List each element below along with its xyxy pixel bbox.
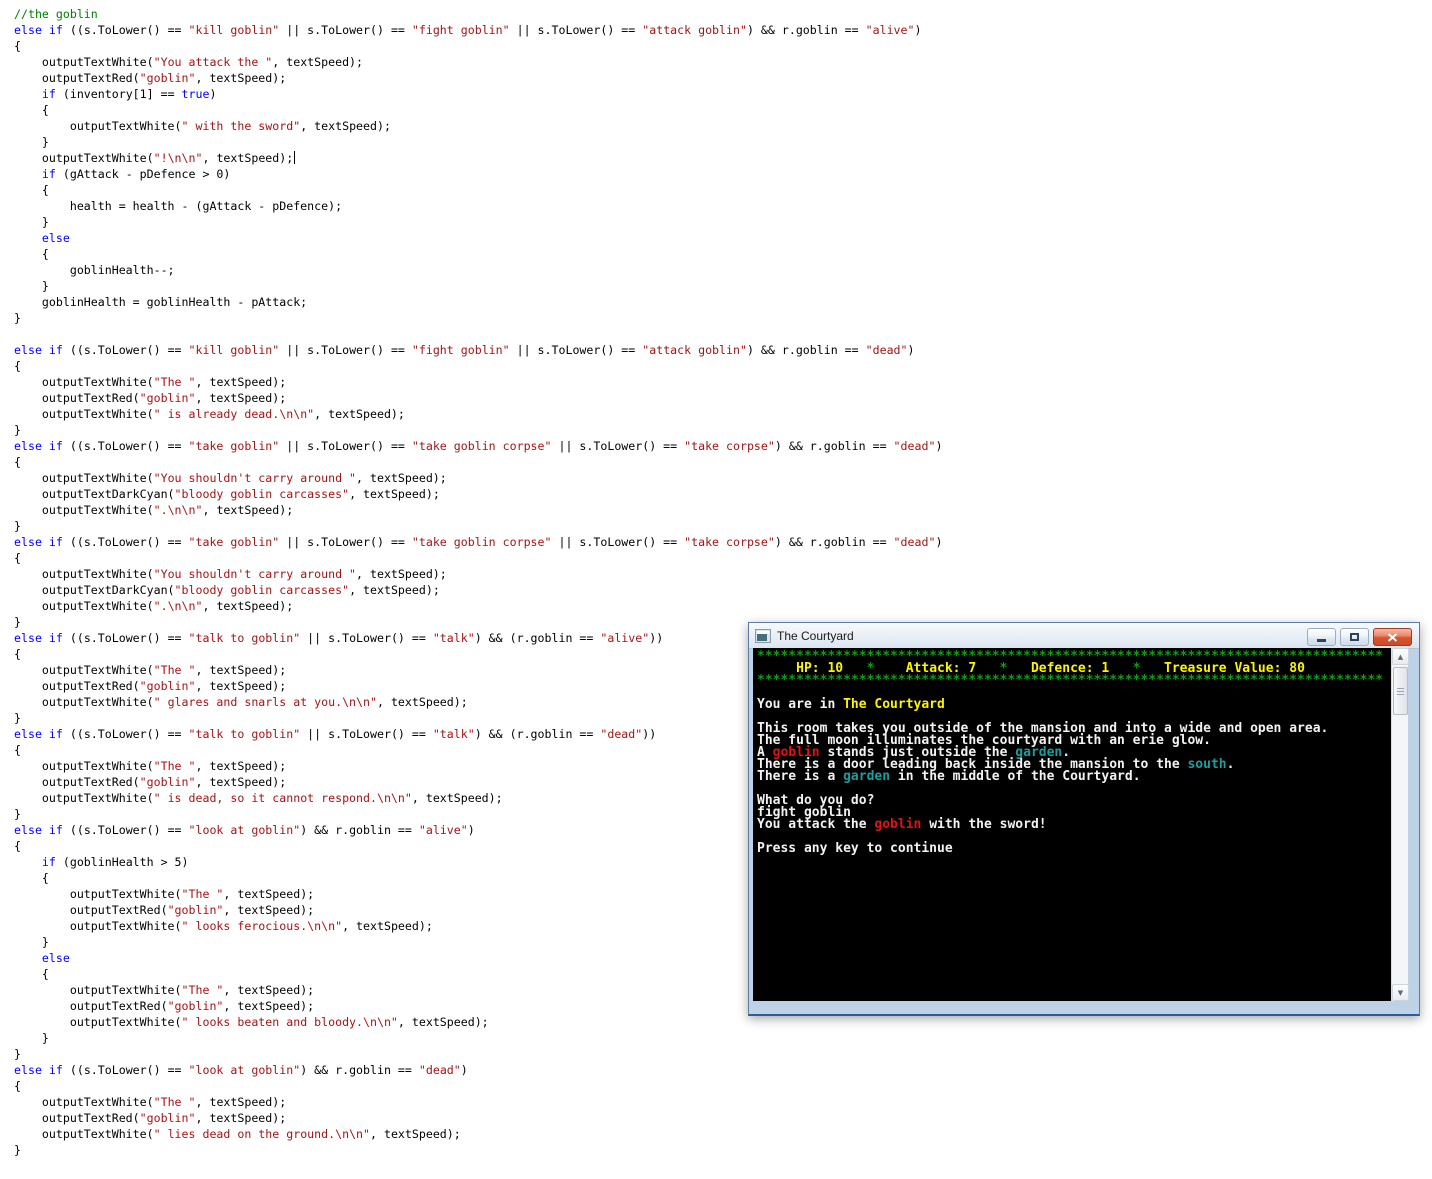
code-line: outputTextWhite("You shouldn't carry aro… bbox=[14, 470, 942, 486]
code-line: } bbox=[14, 134, 942, 150]
close-icon bbox=[1387, 633, 1398, 642]
console-output[interactable]: ****************************************… bbox=[753, 648, 1391, 1001]
code-line: { bbox=[14, 246, 942, 262]
code-line: outputTextDarkCyan("bloody goblin carcas… bbox=[14, 582, 942, 598]
code-line: //the goblin bbox=[14, 6, 942, 22]
console-line: You attack the goblin with the sword! bbox=[757, 819, 1391, 831]
code-line: outputTextWhite(" is already dead.\n\n",… bbox=[14, 406, 942, 422]
code-line: outputTextWhite("The ", textSpeed); bbox=[14, 374, 942, 390]
window-controls bbox=[1307, 628, 1412, 646]
code-line: outputTextWhite(" with the sword", textS… bbox=[14, 118, 942, 134]
code-line: health = health - (gAttack - pDefence); bbox=[14, 198, 942, 214]
code-line: { bbox=[14, 454, 942, 470]
code-line: if (gAttack - pDefence > 0) bbox=[14, 166, 942, 182]
code-line: } bbox=[14, 1046, 942, 1062]
code-line: outputTextWhite(" looks beaten and blood… bbox=[14, 1014, 942, 1030]
console-scrollbar[interactable]: ▲ ▼ bbox=[1391, 648, 1408, 1001]
code-line: else if ((s.ToLower() == "kill goblin" |… bbox=[14, 22, 942, 38]
code-line: { bbox=[14, 38, 942, 54]
console-line: What do you do? bbox=[757, 795, 1391, 807]
code-line: outputTextRed("goblin", textSpeed); bbox=[14, 390, 942, 406]
code-line: } bbox=[14, 1142, 942, 1158]
console-line: You are in The Courtyard bbox=[757, 699, 1391, 711]
console-window: The Courtyard **************************… bbox=[748, 622, 1420, 1016]
console-title: The Courtyard bbox=[777, 629, 854, 643]
code-line: } bbox=[14, 518, 942, 534]
code-line: outputTextWhite("The ", textSpeed); bbox=[14, 1094, 942, 1110]
code-line: { bbox=[14, 358, 942, 374]
code-line: outputTextDarkCyan("bloody goblin carcas… bbox=[14, 486, 942, 502]
console-body: ****************************************… bbox=[753, 648, 1408, 1001]
code-line: else bbox=[14, 230, 942, 246]
code-line: } bbox=[14, 310, 942, 326]
scroll-up-button[interactable]: ▲ bbox=[1392, 648, 1409, 665]
code-line: outputTextWhite(".\n\n", textSpeed); bbox=[14, 598, 942, 614]
code-line: } bbox=[14, 1030, 942, 1046]
code-line: else if ((s.ToLower() == "take goblin" |… bbox=[14, 438, 942, 454]
scrollbar-thumb[interactable] bbox=[1393, 667, 1408, 715]
code-line: else if ((s.ToLower() == "kill goblin" |… bbox=[14, 342, 942, 358]
code-line: } bbox=[14, 422, 942, 438]
code-line: { bbox=[14, 182, 942, 198]
code-line: goblinHealth--; bbox=[14, 262, 942, 278]
code-line: outputTextWhite("You shouldn't carry aro… bbox=[14, 566, 942, 582]
scroll-up-icon: ▲ bbox=[1398, 653, 1403, 661]
code-line: goblinHealth = goblinHealth - pAttack; bbox=[14, 294, 942, 310]
code-line: outputTextWhite(" lies dead on the groun… bbox=[14, 1126, 942, 1142]
code-line: } bbox=[14, 278, 942, 294]
console-line: Press any key to continue bbox=[757, 843, 1391, 855]
code-line: outputTextWhite("You attack the ", textS… bbox=[14, 54, 942, 70]
code-line: else if ((s.ToLower() == "look at goblin… bbox=[14, 1062, 942, 1078]
console-line: ****************************************… bbox=[757, 675, 1391, 687]
close-button[interactable] bbox=[1373, 628, 1412, 646]
minimize-icon bbox=[1317, 639, 1326, 642]
code-line: if (inventory[1] == true) bbox=[14, 86, 942, 102]
scroll-down-button[interactable]: ▼ bbox=[1392, 984, 1409, 1001]
code-line bbox=[14, 326, 942, 342]
code-line: { bbox=[14, 102, 942, 118]
code-line: } bbox=[14, 214, 942, 230]
scroll-down-icon: ▼ bbox=[1398, 989, 1403, 997]
console-titlebar[interactable]: The Courtyard bbox=[749, 623, 1419, 649]
maximize-button[interactable] bbox=[1340, 628, 1369, 646]
code-line: outputTextRed("goblin", textSpeed); bbox=[14, 70, 942, 86]
code-line: outputTextRed("goblin", textSpeed); bbox=[14, 1110, 942, 1126]
code-line: { bbox=[14, 550, 942, 566]
code-line: { bbox=[14, 1078, 942, 1094]
console-app-icon bbox=[755, 629, 771, 643]
code-line: outputTextWhite("!\n\n", textSpeed); bbox=[14, 150, 942, 166]
minimize-button[interactable] bbox=[1307, 628, 1336, 646]
code-line: outputTextWhite(".\n\n", textSpeed); bbox=[14, 502, 942, 518]
console-line: There is a garden in the middle of the C… bbox=[757, 771, 1391, 783]
code-line: else if ((s.ToLower() == "take goblin" |… bbox=[14, 534, 942, 550]
maximize-icon bbox=[1350, 633, 1359, 641]
